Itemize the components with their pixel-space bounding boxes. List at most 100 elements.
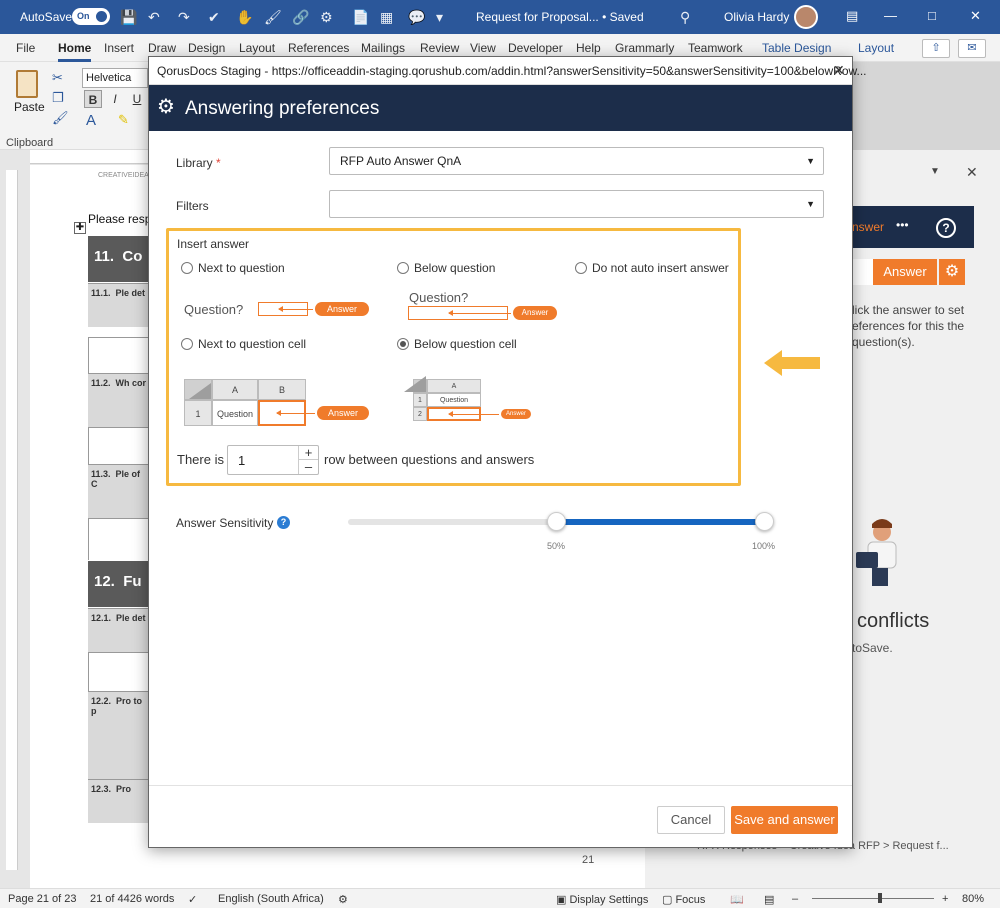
table-row[interactable] [88, 652, 150, 691]
save-icon[interactable]: 💾 [120, 9, 137, 26]
page-count[interactable]: Page 21 of 23 [8, 893, 77, 905]
highlight-icon[interactable]: ✎ [118, 112, 129, 128]
pane-more-icon[interactable]: ••• [896, 218, 909, 232]
rows-between-value[interactable]: 1 [238, 453, 245, 468]
rows-between-stepper[interactable]: 1 + – [227, 445, 319, 475]
undo-icon[interactable]: ↶ [148, 9, 160, 26]
tab-table-layout[interactable]: Layout [858, 41, 894, 55]
focus-mode[interactable]: ▢ Focus [662, 893, 705, 906]
avatar[interactable] [794, 5, 818, 29]
document-icon[interactable]: 📄 [352, 9, 369, 26]
radio-below-question[interactable]: Below question [397, 261, 495, 275]
table-move-handle-icon[interactable]: ✚ [74, 222, 86, 234]
dialog-close-icon[interactable]: ✕ [833, 62, 845, 79]
zoom-level[interactable]: 80% [962, 893, 984, 905]
zoom-out-button[interactable]: – [792, 893, 798, 905]
language[interactable]: English (South Africa) [218, 893, 324, 905]
table-row[interactable] [88, 337, 150, 373]
italic-button[interactable]: I [106, 90, 124, 108]
library-select[interactable]: RFP Auto Answer QnA ▼ [329, 147, 824, 175]
underline-button[interactable]: U [128, 90, 146, 108]
tab-insert[interactable]: Insert [104, 41, 134, 55]
paste-button[interactable]: Paste [14, 100, 45, 114]
search-icon[interactable]: ⚲ [680, 9, 690, 26]
font-name-box[interactable]: Helvetica [82, 68, 148, 88]
table-row[interactable] [88, 427, 150, 464]
tab-layout[interactable]: Layout [239, 41, 275, 55]
paste-icon[interactable] [16, 70, 38, 98]
pane-instructions: lick the answer to set eferences for thi… [852, 303, 965, 349]
sensitivity-min-thumb[interactable] [546, 512, 566, 531]
tab-draw[interactable]: Draw [148, 41, 176, 55]
autosave-toggle[interactable]: On [72, 8, 110, 25]
grammarly-icon[interactable]: ✔ [208, 9, 220, 26]
tab-grammarly[interactable]: Grammarly [615, 41, 674, 55]
pane-answer-button[interactable]: Answer [873, 259, 937, 285]
filters-select[interactable]: ▼ [329, 190, 824, 218]
comment-icon[interactable]: 💬 [408, 9, 425, 26]
accessibility-icon[interactable]: ⚙ [338, 893, 348, 906]
proofing-icon[interactable]: ✓ [188, 893, 197, 906]
table-row[interactable]: 12.1. Ple det [88, 608, 150, 652]
help-icon[interactable]: ? [277, 516, 290, 529]
ribbon-display-icon[interactable]: ▤ [846, 8, 858, 24]
zoom-slider[interactable] [812, 898, 934, 899]
stepper-plus-icon[interactable]: + [299, 446, 318, 460]
pane-search-input[interactable] [852, 259, 874, 285]
table-row[interactable]: 12.2. Pro to p [88, 691, 150, 779]
pane-settings-gear-icon[interactable]: ⚙ [939, 259, 965, 285]
cancel-button[interactable]: Cancel [657, 806, 725, 834]
minimize-icon[interactable]: — [884, 8, 897, 23]
stepper-minus-icon[interactable]: – [299, 460, 318, 474]
tab-file[interactable]: File [16, 41, 35, 55]
sensitivity-max-thumb[interactable] [754, 512, 774, 531]
table-row[interactable] [88, 518, 150, 560]
tab-mailings[interactable]: Mailings [361, 41, 405, 55]
quick-access-icon[interactable]: ⚙ [320, 9, 333, 26]
tab-references[interactable]: References [288, 41, 349, 55]
format-painter-brush-icon[interactable]: 🖌 [52, 110, 69, 126]
bold-button[interactable]: B [84, 90, 102, 108]
close-icon[interactable]: ✕ [970, 8, 981, 24]
word-count[interactable]: 21 of 4426 words [90, 893, 174, 905]
tab-design[interactable]: Design [188, 41, 225, 55]
tab-help[interactable]: Help [576, 41, 601, 55]
table-row[interactable]: 11.3. Ple of C [88, 464, 150, 518]
tab-teamwork[interactable]: Teamwork [688, 41, 743, 55]
table-row[interactable]: 12.3. Pro [88, 779, 150, 823]
pane-close-icon[interactable]: ✕ [966, 164, 978, 181]
radio-below-question-cell[interactable]: Below question cell [397, 337, 517, 351]
table-icon[interactable]: ▦ [380, 9, 393, 26]
share-icon[interactable]: ⇧ [922, 39, 950, 58]
text-effects-icon[interactable]: A [86, 112, 96, 129]
tab-developer[interactable]: Developer [508, 41, 563, 55]
radio-do-not-auto-insert[interactable]: Do not auto insert answer [575, 261, 729, 275]
touch-icon[interactable]: ✋ [236, 9, 253, 26]
save-and-answer-button[interactable]: Save and answer [731, 806, 838, 834]
link-icon[interactable]: 🔗 [292, 9, 309, 26]
pane-options-caret-icon[interactable]: ▼ [930, 166, 940, 177]
customize-icon[interactable]: ▾ [436, 9, 443, 26]
tab-home[interactable]: Home [58, 41, 92, 62]
pane-help-icon[interactable]: ? [936, 218, 956, 238]
cut-icon[interactable]: ✂ [52, 70, 63, 86]
pane-answer-tab[interactable]: nswer [852, 220, 884, 234]
radio-next-to-question[interactable]: Next to question [181, 261, 285, 275]
zoom-in-button[interactable]: + [942, 893, 948, 905]
display-settings[interactable]: ▣ Display Settings [556, 893, 648, 906]
tab-table-design[interactable]: Table Design [762, 41, 831, 55]
print-layout-icon[interactable]: ▤ [764, 893, 774, 906]
table-row[interactable]: 11.2. Wh cor [88, 373, 150, 427]
format-painter-icon[interactable]: 🖌 [264, 9, 282, 26]
redo-icon[interactable]: ↷ [178, 9, 190, 26]
tab-view[interactable]: View [470, 41, 496, 55]
zoom-slider-thumb[interactable] [878, 893, 882, 903]
maximize-icon[interactable]: □ [928, 8, 936, 23]
radio-next-to-question-cell[interactable]: Next to question cell [181, 337, 306, 351]
table-row[interactable]: 11.1. Ple det [88, 283, 150, 327]
user-name[interactable]: Olivia Hardy [724, 10, 789, 24]
read-mode-icon[interactable]: 📖 [730, 893, 744, 906]
tab-review[interactable]: Review [420, 41, 459, 55]
copy-icon[interactable]: ❐ [52, 90, 64, 106]
comments-icon[interactable]: ✉ [958, 39, 986, 58]
